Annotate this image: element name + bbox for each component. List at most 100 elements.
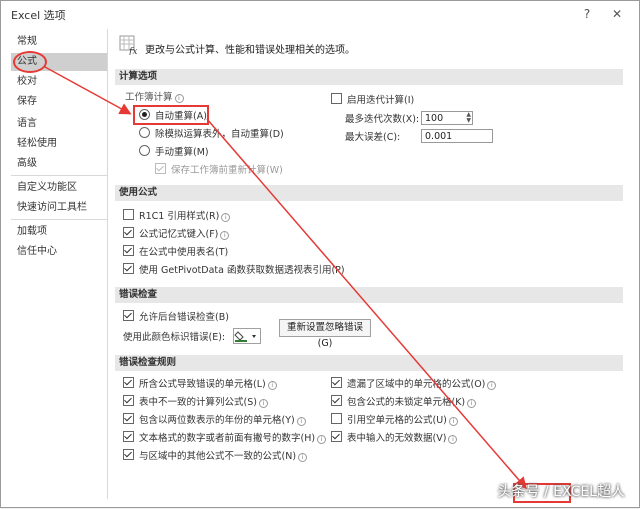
info-icon: i	[467, 399, 477, 408]
radio-manual[interactable]: 手动重算(M)	[139, 145, 209, 159]
checkbox-recalc-before-save[interactable]: 保存工作簿前重新计算(W)	[155, 163, 283, 177]
error-color-picker[interactable]	[233, 328, 261, 344]
checkbox-icon	[123, 263, 134, 274]
dialog-title: Excel 选项	[11, 9, 66, 22]
excel-options-dialog: Excel 选项 ? ✕ 常规 公式 校对 保存 语言 轻松使用 高级 自定义功…	[0, 0, 640, 508]
checkbox-rule-inconsistent-region[interactable]: 与区域中的其他公式不一致的公式(N) i	[123, 449, 308, 463]
max-iterations-label: 最多迭代次数(X):	[345, 114, 420, 125]
radio-auto-except-label: 除模拟运算表外，自动重算(D)	[155, 129, 284, 140]
highlight-circle-formulas	[13, 51, 47, 73]
radio-auto-except-tables[interactable]: 除模拟运算表外，自动重算(D)	[139, 127, 284, 141]
reset-ignored-errors-button[interactable]: 重新设置忽略错误(G)	[279, 319, 371, 349]
checkbox-icon	[331, 377, 342, 388]
max-iterations-value: 100	[425, 113, 444, 124]
checkbox-getpivotdata[interactable]: 使用 GetPivotData 函数获取数据透视表引用(P)	[123, 263, 345, 277]
rule-label: 与区域中的其他公式不一致的公式(N)	[139, 451, 297, 462]
checkbox-rule-empty-cells[interactable]: 引用空单元格的公式(U) i	[331, 413, 458, 427]
sidebar-item-general[interactable]: 常规	[11, 33, 107, 51]
max-iterations-input[interactable]: 100 ▲ ▼	[421, 111, 473, 125]
rule-label: 表中不一致的计算列公式(S)	[139, 397, 257, 408]
checkbox-icon	[123, 377, 134, 388]
radio-icon	[139, 145, 150, 156]
sidebar-item-proofing[interactable]: 校对	[11, 73, 107, 91]
section-working-with-formulas: 使用公式	[115, 185, 623, 201]
rule-label: 表中输入的无效数据(V)	[347, 433, 447, 444]
sidebar-item-accessibility[interactable]: 轻松使用	[11, 135, 107, 153]
checkbox-rule-formulas-errors[interactable]: 所含公式导致错误的单元格(L) i	[123, 377, 277, 391]
formula-icon: fx	[119, 35, 137, 55]
sidebar: 常规 公式 校对 保存 语言 轻松使用 高级 自定义功能区 快速访问工具栏 加载…	[11, 29, 108, 499]
section-calculation-options: 计算选项	[115, 69, 623, 85]
checkbox-icon	[331, 395, 342, 406]
paint-bucket-icon	[234, 331, 256, 342]
workbook-calc-label: 工作簿计算 i	[125, 91, 184, 105]
sidebar-divider	[11, 219, 107, 220]
checkbox-r1c1[interactable]: R1C1 引用样式(R) i	[123, 209, 231, 223]
rule-label: 遗漏了区域中的单元格的公式(O)	[347, 379, 486, 390]
title-bar: Excel 选项 ? ✕	[1, 1, 639, 27]
sidebar-item-language[interactable]: 语言	[11, 115, 107, 133]
max-change-label: 最大误差(C):	[345, 132, 401, 143]
highlight-box-automatic	[133, 105, 209, 125]
section-error-checking: 错误检查	[115, 287, 623, 303]
checkbox-iterative[interactable]: 启用迭代计算(I)	[331, 93, 414, 107]
formulas-panel: fx 更改与公式计算、性能和错误处理相关的选项。 计算选项 工作簿计算 i 自动重…	[115, 29, 625, 499]
checkbox-rule-inconsistent-column[interactable]: 表中不一致的计算列公式(S) i	[123, 395, 268, 409]
checkbox-icon	[123, 310, 134, 321]
workbook-calc-text: 工作簿计算	[125, 92, 173, 103]
sidebar-item-addins[interactable]: 加载项	[11, 223, 107, 241]
getpivotdata-label: 使用 GetPivotData 函数获取数据透视表引用(P)	[139, 265, 345, 276]
watermark-text: 头条号 / EXCEL超人	[497, 484, 625, 500]
info-icon: i	[448, 417, 458, 426]
max-change-value: 0.001	[425, 131, 453, 142]
info-icon: i	[258, 399, 268, 408]
sidebar-item-trust-center[interactable]: 信任中心	[11, 243, 107, 261]
iterative-label: 启用迭代计算(I)	[347, 95, 415, 106]
checkbox-icon	[123, 431, 134, 442]
rule-label: 文本格式的数字或者前面有撇号的数字(H)	[139, 433, 316, 444]
checkbox-autocomplete[interactable]: 公式记忆式键入(F) i	[123, 227, 230, 241]
svg-text:fx: fx	[128, 47, 137, 55]
info-icon: i	[487, 381, 497, 390]
info-icon: i	[448, 435, 458, 444]
info-icon: i	[221, 213, 231, 222]
checkbox-rule-invalid-data[interactable]: 表中输入的无效数据(V) i	[331, 431, 458, 445]
sidebar-item-customize-ribbon[interactable]: 自定义功能区	[11, 179, 107, 197]
recalc-before-save-label: 保存工作簿前重新计算(W)	[171, 165, 283, 176]
info-icon: i	[220, 231, 230, 240]
info-icon: i	[267, 381, 277, 390]
checkbox-icon	[331, 431, 342, 442]
info-icon: i	[174, 94, 184, 103]
info-icon: i	[298, 453, 308, 462]
background-error-label: 允许后台错误检查(B)	[139, 312, 229, 323]
r1c1-label: R1C1 引用样式(R)	[139, 211, 220, 222]
checkbox-icon	[123, 227, 134, 238]
checkbox-rule-two-digit-years[interactable]: 包含以两位数表示的年份的单元格(Y) i	[123, 413, 306, 427]
checkbox-rule-unlocked-cells[interactable]: 包含公式的未锁定单元格(K) i	[331, 395, 477, 409]
sidebar-item-save[interactable]: 保存	[11, 93, 107, 111]
close-button[interactable]: ✕	[607, 5, 627, 23]
checkbox-table-names[interactable]: 在公式中使用表名(T)	[123, 245, 228, 259]
checkbox-icon	[331, 93, 342, 104]
autocomplete-label: 公式记忆式键入(F)	[139, 229, 219, 240]
sidebar-item-advanced[interactable]: 高级	[11, 155, 107, 173]
checkbox-rule-omit-cells[interactable]: 遗漏了区域中的单元格的公式(O) i	[331, 377, 497, 391]
section-error-checking-rules: 错误检查规则	[115, 355, 623, 371]
rule-label: 所含公式导致错误的单元格(L)	[139, 379, 266, 390]
checkbox-icon	[123, 449, 134, 460]
help-button[interactable]: ?	[577, 5, 597, 23]
checkbox-background-error-checking[interactable]: 允许后台错误检查(B)	[123, 310, 229, 324]
checkbox-icon	[123, 395, 134, 406]
spinner-icon[interactable]: ▲ ▼	[466, 112, 471, 124]
info-icon: i	[296, 417, 306, 426]
checkbox-icon	[123, 413, 134, 424]
checkbox-icon	[123, 245, 134, 256]
sidebar-item-quick-access[interactable]: 快速访问工具栏	[11, 199, 107, 217]
error-color-label: 使用此颜色标识错误(E):	[123, 332, 226, 343]
checkbox-rule-numbers-as-text[interactable]: 文本格式的数字或者前面有撇号的数字(H) i	[123, 431, 327, 445]
max-change-input[interactable]: 0.001	[421, 129, 493, 143]
radio-manual-label: 手动重算(M)	[155, 147, 209, 158]
radio-icon	[139, 127, 150, 138]
rule-label: 包含公式的未锁定单元格(K)	[347, 397, 466, 408]
checkbox-icon	[331, 413, 342, 424]
